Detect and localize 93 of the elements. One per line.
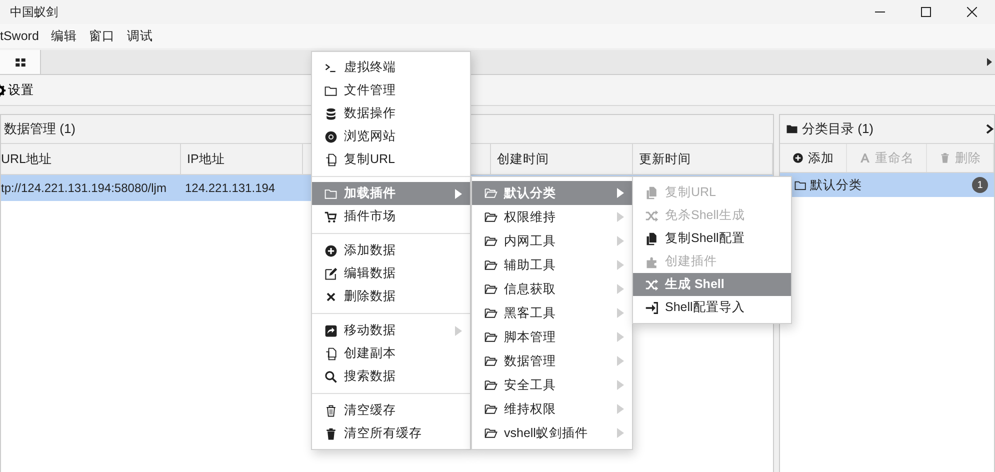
submenu-arrow-icon: [617, 380, 624, 390]
menu-item[interactable]: 虚拟终端: [312, 56, 470, 79]
close-icon: [967, 7, 977, 17]
search-icon: [324, 370, 338, 384]
count-badge: 1: [972, 177, 988, 193]
folder-icon: [484, 378, 498, 392]
submenu-arrow-icon: [455, 326, 462, 336]
menu-item[interactable]: 黑客工具: [472, 301, 632, 325]
menu-item[interactable]: Shell配置导入: [633, 296, 791, 319]
maximize-icon: [921, 7, 931, 17]
plus-icon: [324, 244, 338, 258]
submenu-arrow-icon: [617, 404, 624, 414]
folder-icon: [484, 234, 498, 248]
shuffle-icon: [645, 208, 659, 222]
menu-item[interactable]: 安全工具: [472, 373, 632, 397]
menu-item[interactable]: 添加数据: [312, 239, 470, 262]
category-item[interactable]: 默认分类 1: [780, 173, 994, 197]
table-cell-text: 124.221.131.194: [184, 180, 276, 197]
scroll-right-icon[interactable]: [987, 58, 992, 66]
menu-item[interactable]: 脚本管理: [472, 325, 632, 349]
menu-item[interactable]: 搜索数据: [312, 365, 470, 388]
plus-icon: [792, 152, 804, 164]
category-label: 默认分类: [810, 176, 863, 194]
submenu-arrow-icon: [617, 332, 624, 342]
letter-icon: [859, 152, 871, 164]
sign-in-icon: [645, 300, 659, 314]
column-header[interactable]: 更新时间: [633, 144, 773, 174]
menu-bar-item[interactable]: 编辑: [44, 28, 83, 44]
menu-item[interactable]: 数据操作: [312, 102, 470, 125]
menu-bar-item[interactable]: 窗口: [82, 28, 121, 44]
menu-item[interactable]: 浏览网站: [312, 125, 470, 148]
menu-item[interactable]: 辅助工具: [472, 253, 632, 277]
menu-item[interactable]: 创建副本: [312, 342, 470, 365]
panel-title: 数据管理 (1): [3, 120, 76, 138]
submenu-arrow-icon: [617, 308, 624, 318]
folder-icon: [786, 123, 798, 135]
menu-item[interactable]: 权限维持: [472, 205, 632, 229]
folder-icon: [484, 258, 498, 272]
table-cell-text: tp://124.221.131.194:58080/ljm: [1, 180, 168, 197]
submenu-arrow-icon: [617, 428, 624, 438]
folder-icon: [484, 354, 498, 368]
settings-button[interactable]: 设置: [0, 82, 34, 98]
folder-icon: [324, 84, 338, 98]
puzzle-icon: [645, 254, 659, 268]
panel-title: 分类目录 (1): [802, 120, 874, 138]
menu-item[interactable]: 复制Shell配置: [633, 227, 791, 250]
folder-icon: [484, 186, 498, 200]
grid-icon: [14, 56, 26, 68]
submenu-arrow-icon: [617, 260, 624, 270]
folder-icon: [484, 330, 498, 344]
menu-bar-item[interactable]: tSword: [0, 29, 45, 43]
submenu-arrow-icon: [617, 236, 624, 246]
menu-item[interactable]: 数据管理: [472, 349, 632, 373]
folder-icon: [324, 186, 338, 200]
window-title: 中国蚁剑: [9, 4, 59, 20]
menu-item[interactable]: 移动数据: [312, 319, 470, 342]
folder-icon: [484, 282, 498, 296]
toolbar-button[interactable]: 添加: [780, 144, 847, 172]
menu-bar-item[interactable]: 调试: [120, 28, 159, 44]
folder-icon: [484, 210, 498, 224]
share-icon: [324, 324, 338, 338]
menu-item[interactable]: 清空所有缓存: [312, 422, 470, 445]
submenu-arrow-icon: [455, 188, 462, 198]
menu-item[interactable]: 清空缓存: [312, 399, 470, 422]
submenu-arrow-icon: [617, 212, 624, 222]
column-header[interactable]: 创建时间: [491, 144, 633, 174]
folder-icon: [484, 306, 498, 320]
column-header[interactable]: URL地址: [1, 144, 181, 174]
trash-icon: [324, 404, 338, 418]
cart-icon: [324, 210, 338, 224]
menu-item[interactable]: 信息获取: [472, 277, 632, 301]
menu-item[interactable]: 文件管理: [312, 79, 470, 102]
menu-item[interactable]: 维持权限: [472, 397, 632, 421]
shuffle-icon: [645, 278, 659, 292]
menu-item[interactable]: 删除数据: [312, 285, 470, 308]
menu-item[interactable]: 复制URL: [312, 148, 470, 171]
edit-icon: [324, 266, 338, 280]
trash-icon: [939, 152, 951, 164]
menu-item[interactable]: 内网工具: [472, 229, 632, 253]
menu-item[interactable]: 插件市场: [312, 205, 470, 228]
database-icon: [324, 106, 338, 120]
folder-icon: [794, 178, 807, 192]
menu-item[interactable]: 编辑数据: [312, 262, 470, 285]
menu-item[interactable]: vshell蚁剑插件: [472, 421, 632, 445]
folder-icon: [484, 402, 498, 416]
submenu-arrow-icon: [617, 356, 624, 366]
submenu-arrow-icon: [617, 188, 624, 198]
column-header[interactable]: IP地址: [181, 144, 303, 174]
chevron-right-icon[interactable]: [986, 124, 994, 134]
tab[interactable]: [0, 50, 41, 74]
folder-icon: [484, 426, 498, 440]
submenu-arrow-icon: [617, 284, 624, 294]
trash-icon: [324, 426, 338, 440]
